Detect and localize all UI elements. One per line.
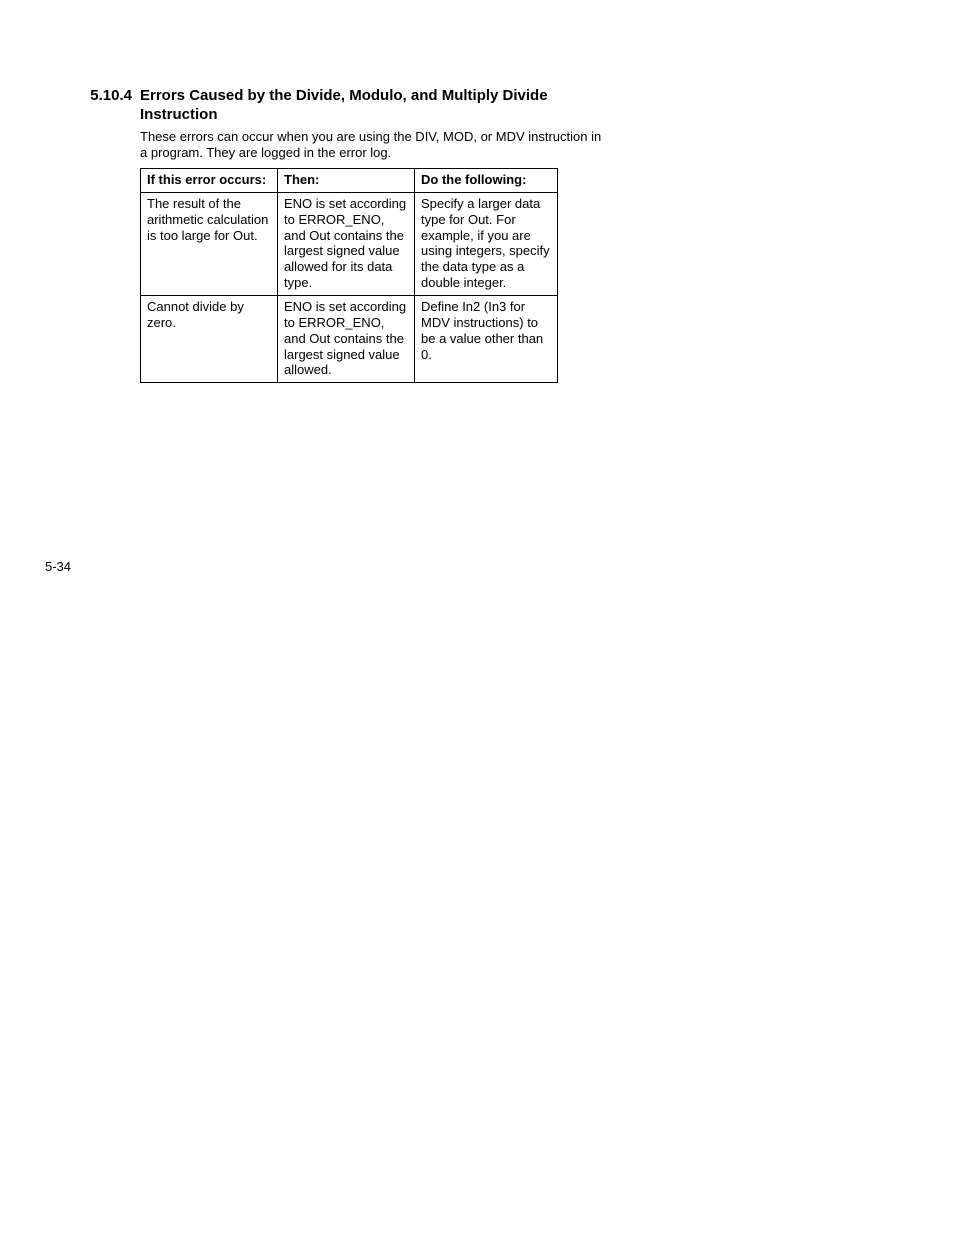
table-row: The result of the arithmetic calculation… bbox=[141, 192, 558, 295]
header-col2: Then: bbox=[278, 169, 415, 193]
table-header-row: If this error occurs: Then: Do the follo… bbox=[141, 169, 558, 193]
section-title: Errors Caused by the Divide, Modulo, and… bbox=[140, 87, 600, 125]
error-table: If this error occurs: Then: Do the follo… bbox=[140, 168, 558, 383]
cell: Cannot divide by zero. bbox=[141, 296, 278, 383]
intro-paragraph: These errors can occur when you are usin… bbox=[140, 129, 610, 162]
table-row: Cannot divide by zero. ENO is set accord… bbox=[141, 296, 558, 383]
cell: ENO is set according to ERROR_ENO, and O… bbox=[278, 296, 415, 383]
cell: Specify a larger data type for Out. For … bbox=[415, 192, 558, 295]
cell: ENO is set according to ERROR_ENO, and O… bbox=[278, 192, 415, 295]
page: 5.10.4 Errors Caused by the Divide, Modu… bbox=[0, 0, 954, 1235]
cell: The result of the arithmetic calculation… bbox=[141, 192, 278, 295]
section-number: 5.10.4 bbox=[80, 87, 132, 104]
header-col1: If this error occurs: bbox=[141, 169, 278, 193]
cell: Define In2 (In3 for MDV instructions) to… bbox=[415, 296, 558, 383]
header-col3: Do the following: bbox=[415, 169, 558, 193]
page-number: 5-34 bbox=[45, 559, 71, 574]
